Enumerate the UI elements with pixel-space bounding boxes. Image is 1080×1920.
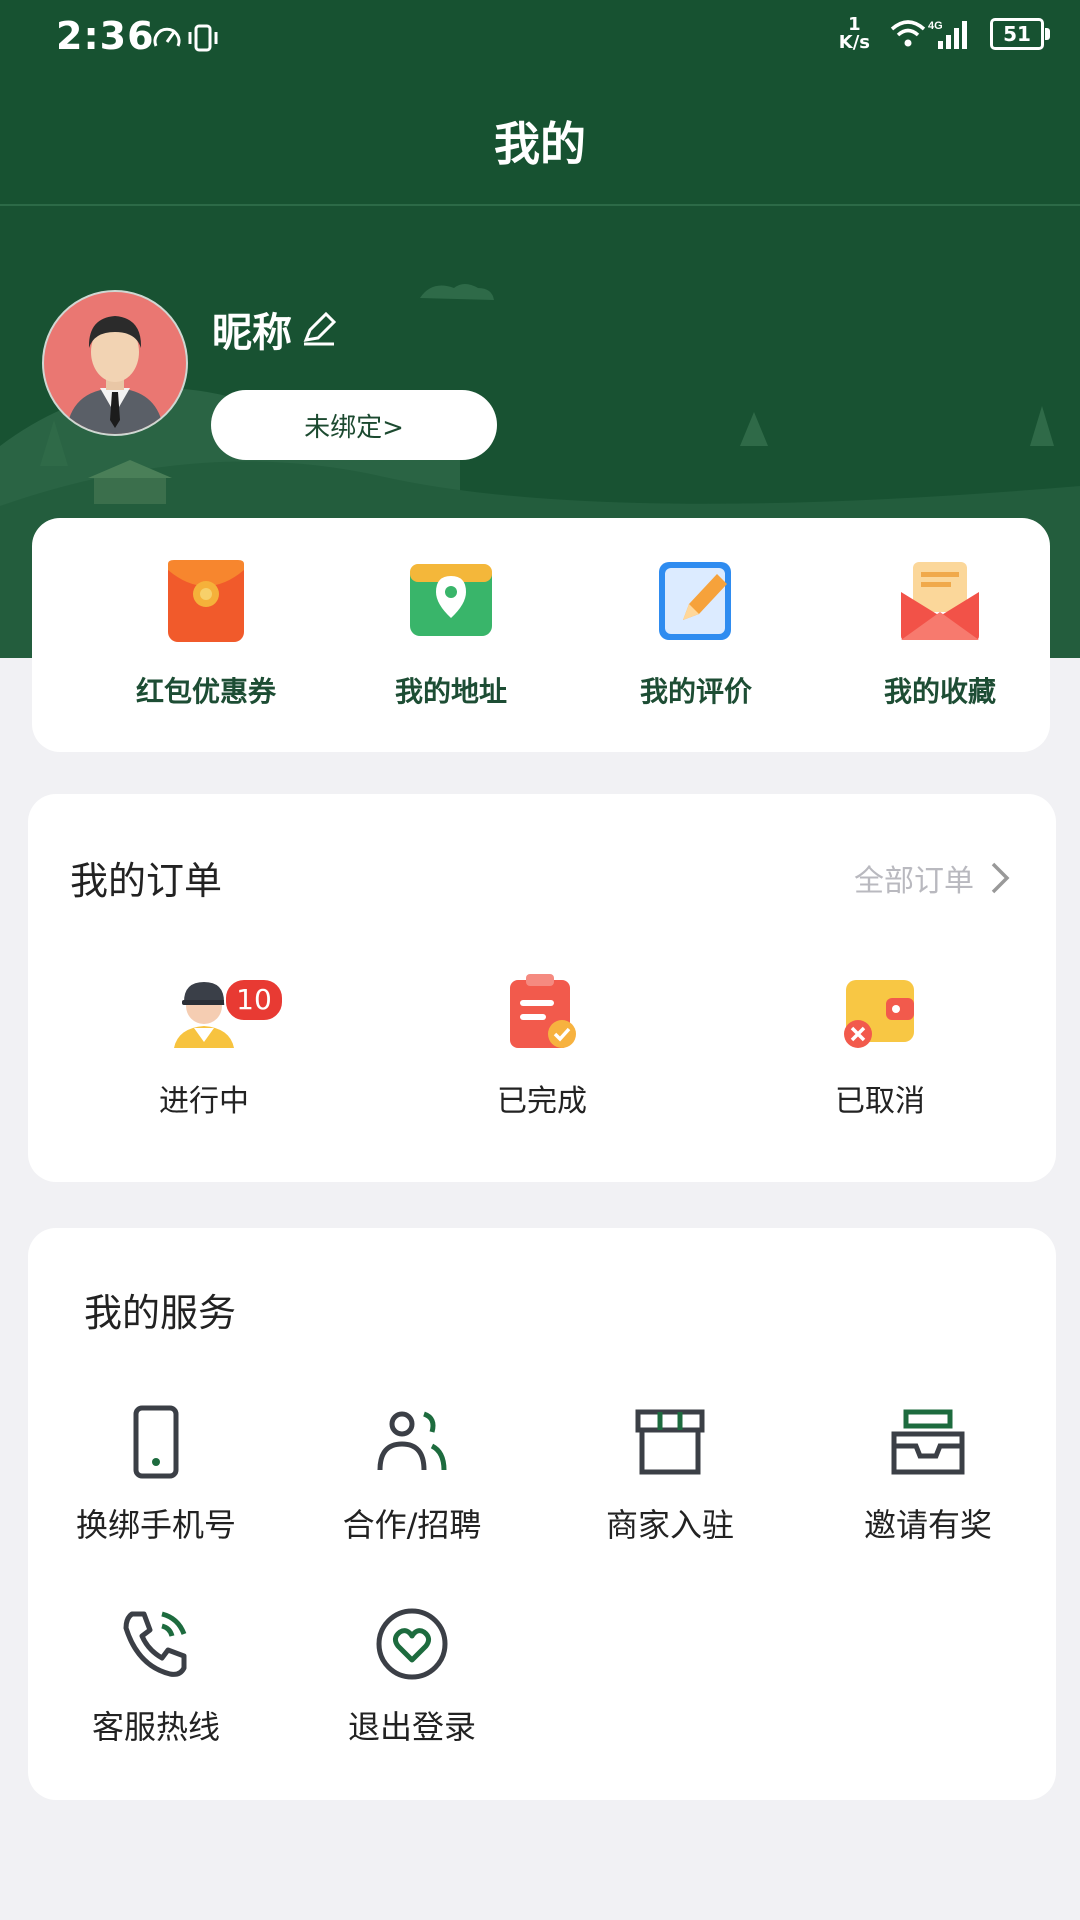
quick-actions-card: 红包优惠券 我的地址 我的评价 我的收藏 (32, 518, 1050, 752)
service-label: 换绑手机号 (75, 1506, 236, 1544)
order-status-cancelled[interactable]: 已取消 (770, 972, 990, 1120)
quick-item-reviews[interactable]: 我的评价 (586, 558, 806, 710)
favorite-envelope-icon (901, 562, 979, 640)
quick-item-favorites[interactable]: 我的收藏 (830, 558, 1050, 710)
service-logout[interactable]: 退出登录 (292, 1606, 532, 1748)
quick-item-address[interactable]: 我的地址 (341, 558, 561, 710)
phone-call-icon (123, 1611, 187, 1677)
nickname[interactable]: 昵称 (212, 300, 338, 358)
orders-card: 我的订单 全部订单 10 进行中 已完成 已取消 (28, 794, 1056, 1182)
service-label: 合作/招聘 (342, 1506, 482, 1544)
all-orders-link[interactable]: 全部订单 (854, 856, 1010, 900)
all-orders-label: 全部订单 (854, 864, 974, 899)
service-label: 邀请有奖 (863, 1506, 992, 1544)
order-label: 已完成 (497, 1084, 587, 1119)
red-envelope-icon (168, 560, 244, 642)
people-icon (377, 1411, 447, 1471)
avatar[interactable] (42, 290, 188, 436)
quick-label: 我的评价 (639, 675, 752, 708)
location-map-icon (410, 564, 492, 636)
user-avatar-icon (66, 316, 164, 434)
status-time: 2:36 (56, 14, 155, 58)
speed-vibrate-icon (153, 24, 218, 52)
edit-pencil-icon[interactable] (300, 310, 338, 348)
order-label: 进行中 (159, 1084, 249, 1119)
quick-label: 我的收藏 (883, 675, 996, 708)
clipboard-check-icon (510, 974, 576, 1048)
quick-item-coupons[interactable]: 红包优惠券 (96, 558, 316, 710)
status-right: 1 K/s 4G 51 (838, 14, 1050, 53)
phone-icon (133, 1405, 179, 1479)
wifi-signal-icon: 4G (890, 20, 967, 49)
order-status-completed[interactable]: 已完成 (432, 972, 652, 1120)
service-label: 商家入驻 (605, 1506, 734, 1544)
wallet-cancel-icon (844, 980, 914, 1048)
services-card: 我的服务 换绑手机号 合作/招聘 商家入驻 邀请有奖 客服热线 退出登录 (28, 1228, 1056, 1800)
service-invite-reward[interactable]: 邀请有奖 (808, 1404, 1048, 1546)
heart-circle-icon (376, 1608, 448, 1680)
store-icon (635, 1409, 705, 1475)
service-label: 退出登录 (347, 1708, 476, 1746)
status-bar: 2:36 1 K/s 4G 51 (0, 0, 1080, 78)
quick-label: 红包优惠券 (135, 675, 276, 708)
chevron-right-icon (991, 862, 1010, 894)
page-title: 我的 (0, 78, 1080, 206)
order-label: 已取消 (835, 1084, 925, 1119)
service-merchant-join[interactable]: 商家入驻 (550, 1404, 790, 1546)
status-left-icons (148, 20, 228, 60)
service-hotline[interactable]: 客服热线 (36, 1606, 276, 1748)
services-title: 我的服务 (84, 1291, 237, 1335)
nickname-text: 昵称 (212, 310, 292, 356)
service-label: 客服热线 (91, 1708, 220, 1746)
order-status-in-progress[interactable]: 10 进行中 (94, 972, 314, 1120)
service-cooperation[interactable]: 合作/招聘 (292, 1404, 532, 1546)
quick-label: 我的地址 (394, 675, 507, 708)
edit-note-icon (659, 562, 731, 640)
bind-phone-button[interactable]: 未绑定> (211, 390, 497, 460)
order-count-badge: 10 (224, 978, 284, 1022)
orders-title: 我的订单 (70, 859, 223, 903)
service-change-phone[interactable]: 换绑手机号 (36, 1404, 276, 1546)
battery-indicator: 51 (990, 18, 1050, 50)
net-speed: 1 K/s (838, 14, 870, 53)
svg-text:4G: 4G (928, 20, 943, 32)
inbox-icon (891, 1409, 965, 1475)
